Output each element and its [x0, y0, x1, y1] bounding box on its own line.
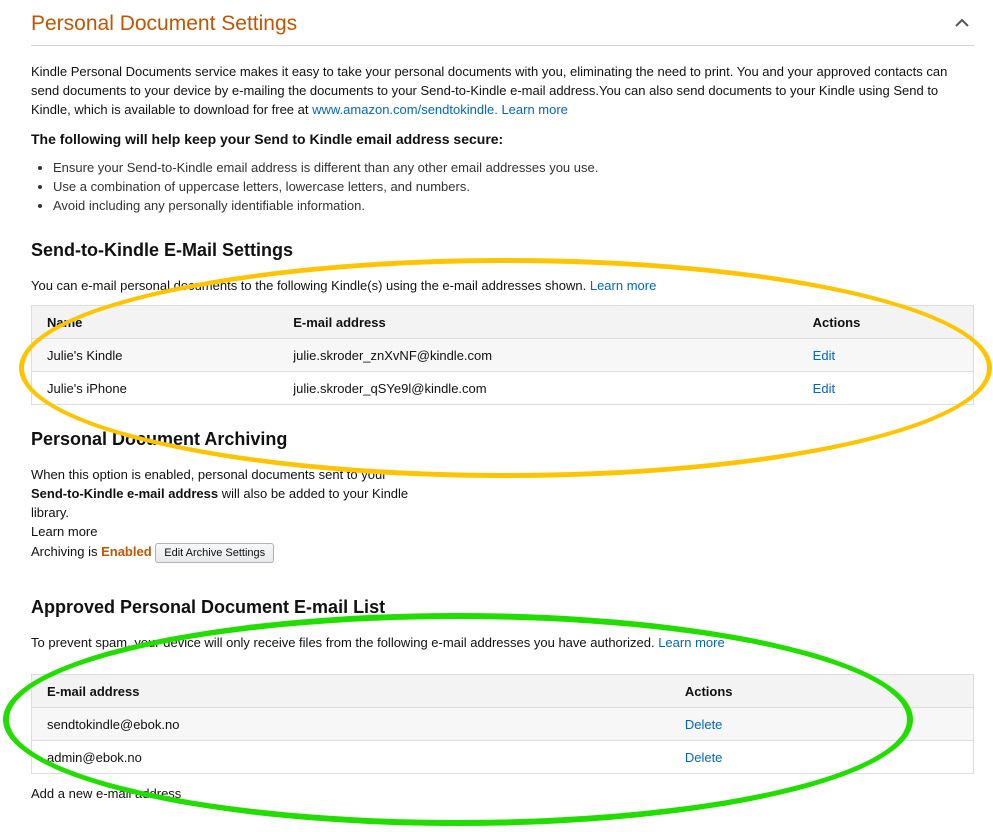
- table-row: Julie's Kindle julie.skroder_znXvNF@kind…: [31, 338, 974, 372]
- send-to-kindle-desc-text: You can e-mail personal documents to the…: [31, 278, 587, 293]
- archiving-status-label: Archiving is: [31, 544, 102, 559]
- add-email-link[interactable]: Add a new e-mail address: [31, 784, 181, 803]
- delete-email-link[interactable]: Delete: [685, 717, 723, 732]
- approved-list-desc: To prevent spam, your device will only r…: [31, 633, 725, 652]
- archiving-address-label: Send-to-Kindle e-mail address: [31, 486, 219, 501]
- table-row: sendtokindle@ebok.no Delete: [31, 707, 974, 741]
- send-to-kindle-desc: You can e-mail personal documents to the…: [31, 276, 656, 295]
- table-row: admin@ebok.no Delete: [31, 740, 974, 774]
- device-email: julie.skroder_znXvNF@kindle.com: [278, 338, 798, 372]
- device-name: Julie's Kindle: [31, 338, 279, 372]
- security-tips-list: Ensure your Send-to-Kindle email address…: [31, 158, 931, 215]
- kindle-devices-table: Name E-mail address Actions Julie's Kind…: [31, 305, 974, 405]
- archiving-desc-line2: Send-to-Kindle e-mail address will also …: [31, 484, 408, 503]
- send-to-kindle-heading: Send-to-Kindle E-Mail Settings: [31, 240, 294, 260]
- security-tip: Avoid including any personally identifia…: [53, 196, 931, 215]
- table-header-row: Name E-mail address Actions: [31, 305, 974, 339]
- edit-device-link[interactable]: Edit: [813, 348, 835, 363]
- device-name: Julie's iPhone: [31, 371, 279, 405]
- edit-archive-settings-button[interactable]: Edit Archive Settings: [155, 542, 275, 563]
- column-header-name: Name: [31, 305, 279, 339]
- column-header-email: E-mail address: [278, 305, 798, 339]
- security-tip: Ensure your Send-to-Kindle email address…: [53, 158, 931, 177]
- send-to-kindle-learn-more-link[interactable]: Learn more: [590, 278, 656, 293]
- delete-email-link[interactable]: Delete: [685, 750, 723, 765]
- archiving-status-value: Enabled: [101, 544, 152, 559]
- column-header-actions: Actions: [797, 305, 974, 339]
- approved-emails-table: E-mail address Actions sendtokindle@ebok…: [31, 674, 974, 774]
- intro-learn-more-link[interactable]: Learn more: [501, 102, 567, 117]
- header-divider: [31, 45, 974, 46]
- edit-device-link[interactable]: Edit: [813, 381, 835, 396]
- page: Personal Document Settings Kindle Person…: [0, 0, 993, 832]
- intro-paragraph: Kindle Personal Documents service makes …: [31, 62, 956, 119]
- archiving-desc-line3: library.: [31, 505, 70, 520]
- security-heading: The following will help keep your Send t…: [31, 131, 504, 147]
- archiving-learn-more-link[interactable]: Learn more: [31, 522, 97, 541]
- sendtokindle-link[interactable]: www.amazon.com/sendtokindle.: [312, 102, 498, 117]
- archiving-desc-line2-rest: will also be added to your Kindle: [218, 486, 409, 501]
- column-header-actions: Actions: [669, 674, 974, 708]
- archiving-status: Archiving is Enabled Edit Archive Settin…: [31, 542, 275, 563]
- archiving-desc-line1: When this option is enabled, personal do…: [31, 467, 387, 482]
- security-tip: Use a combination of uppercase letters, …: [53, 177, 931, 196]
- approved-email: admin@ebok.no: [31, 740, 670, 774]
- approved-learn-more-link[interactable]: Learn more: [658, 635, 724, 650]
- approved-list-heading: Approved Personal Document E-mail List: [31, 597, 386, 617]
- archiving-heading: Personal Document Archiving: [31, 429, 288, 449]
- section-title: Personal Document Settings: [31, 12, 298, 35]
- chevron-up-icon[interactable]: [953, 14, 971, 32]
- device-email: julie.skroder_qSYe9l@kindle.com: [278, 371, 798, 405]
- table-row: Julie's iPhone julie.skroder_qSYe9l@kind…: [31, 371, 974, 405]
- column-header-email: E-mail address: [31, 674, 670, 708]
- approved-email: sendtokindle@ebok.no: [31, 707, 670, 741]
- approved-list-desc-text: To prevent spam, your device will only r…: [31, 635, 655, 650]
- table-header-row: E-mail address Actions: [31, 674, 974, 708]
